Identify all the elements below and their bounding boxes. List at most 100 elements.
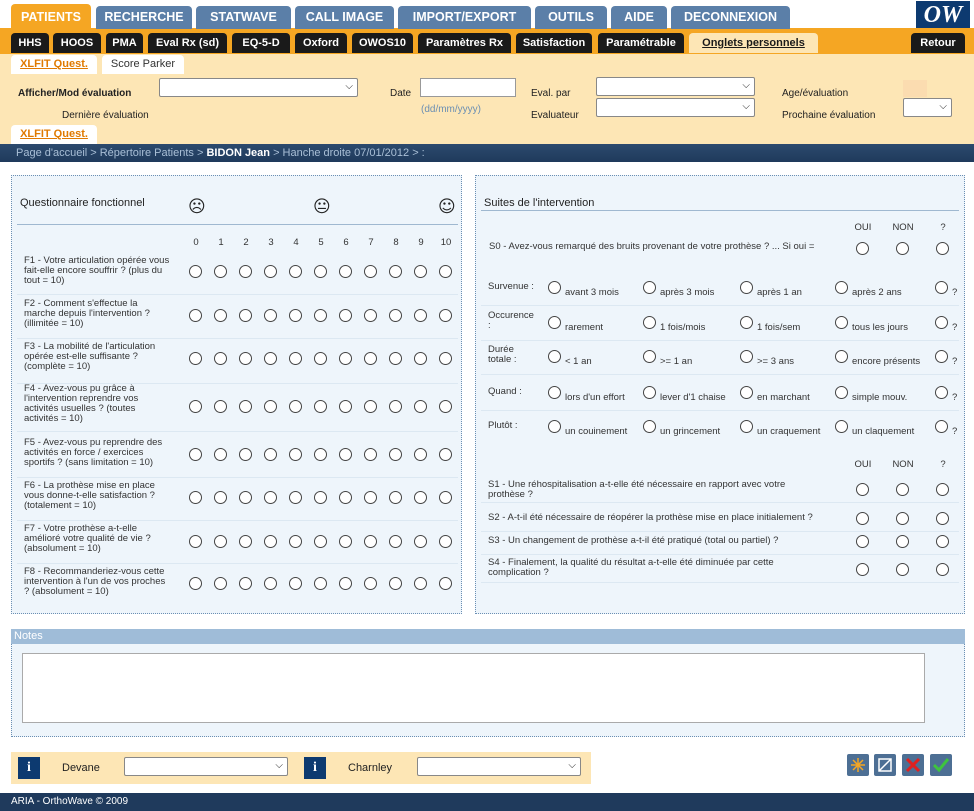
score-radio[interactable] <box>339 491 352 504</box>
score-radio[interactable] <box>314 577 327 590</box>
score-radio[interactable] <box>414 448 427 461</box>
option-radio[interactable] <box>740 316 753 329</box>
option-radio[interactable] <box>548 386 561 399</box>
tab-xlfit-quest-sub[interactable]: XLFIT Quest. <box>11 125 97 144</box>
option-radio[interactable] <box>643 420 656 433</box>
score-radio[interactable] <box>239 535 252 548</box>
score-radio[interactable] <box>214 352 227 365</box>
delete-button[interactable] <box>902 754 924 776</box>
score-radio[interactable] <box>314 309 327 322</box>
prochaine-select[interactable]: ⌵ <box>903 98 952 117</box>
score-radio[interactable] <box>289 491 302 504</box>
score-radio[interactable] <box>414 265 427 278</box>
score-radio[interactable] <box>189 448 202 461</box>
tab-xlfit-quest[interactable]: XLFIT Quest. <box>11 55 97 74</box>
sub-tab-9[interactable]: Paramétrable <box>598 33 684 53</box>
s0-radio[interactable] <box>936 242 949 255</box>
score-radio[interactable] <box>289 400 302 413</box>
option-radio[interactable] <box>548 281 561 294</box>
evaluateur-select[interactable]: ⌵ <box>596 98 755 117</box>
score-radio[interactable] <box>439 448 452 461</box>
s-radio[interactable] <box>936 512 949 525</box>
score-radio[interactable] <box>364 352 377 365</box>
top-tab-6[interactable]: AIDE <box>611 6 667 29</box>
score-radio[interactable] <box>189 491 202 504</box>
score-radio[interactable] <box>264 491 277 504</box>
sub-tab-10[interactable]: Onglets personnels <box>689 33 818 53</box>
score-radio[interactable] <box>339 400 352 413</box>
score-radio[interactable] <box>314 352 327 365</box>
score-radio[interactable] <box>389 352 402 365</box>
score-radio[interactable] <box>239 352 252 365</box>
retour-button[interactable]: Retour <box>911 33 965 53</box>
score-radio[interactable] <box>264 309 277 322</box>
score-radio[interactable] <box>389 577 402 590</box>
score-radio[interactable] <box>389 265 402 278</box>
score-radio[interactable] <box>389 309 402 322</box>
top-tab-4[interactable]: IMPORT/EXPORT <box>398 6 531 29</box>
option-radio[interactable] <box>835 386 848 399</box>
score-radio[interactable] <box>239 577 252 590</box>
score-radio[interactable] <box>414 400 427 413</box>
sub-tab-8[interactable]: Satisfaction <box>516 33 592 53</box>
eval-par-select[interactable]: ⌵ <box>596 77 755 96</box>
s-radio[interactable] <box>936 535 949 548</box>
sub-tab-0[interactable]: HHS <box>11 33 49 53</box>
tab-score-parker[interactable]: Score Parker <box>102 55 184 74</box>
score-radio[interactable] <box>264 535 277 548</box>
option-radio[interactable] <box>643 386 656 399</box>
score-radio[interactable] <box>364 265 377 278</box>
score-radio[interactable] <box>364 448 377 461</box>
score-radio[interactable] <box>339 535 352 548</box>
score-radio[interactable] <box>214 309 227 322</box>
score-radio[interactable] <box>439 309 452 322</box>
top-tab-5[interactable]: OUTILS <box>535 6 607 29</box>
score-radio[interactable] <box>414 491 427 504</box>
score-radio[interactable] <box>439 577 452 590</box>
score-radio[interactable] <box>239 491 252 504</box>
s-radio[interactable] <box>936 563 949 576</box>
option-radio[interactable] <box>935 420 948 433</box>
sub-tab-5[interactable]: Oxford <box>295 33 347 53</box>
score-radio[interactable] <box>289 448 302 461</box>
s0-radio[interactable] <box>896 242 909 255</box>
option-radio[interactable] <box>835 350 848 363</box>
score-radio[interactable] <box>189 577 202 590</box>
top-tab-0[interactable]: PATIENTS <box>11 4 91 30</box>
option-radio[interactable] <box>548 316 561 329</box>
score-radio[interactable] <box>264 577 277 590</box>
s-radio[interactable] <box>936 483 949 496</box>
score-radio[interactable] <box>339 309 352 322</box>
devane-select[interactable]: ⌵ <box>124 757 288 776</box>
s-radio[interactable] <box>856 535 869 548</box>
score-radio[interactable] <box>364 491 377 504</box>
option-radio[interactable] <box>935 281 948 294</box>
option-radio[interactable] <box>740 350 753 363</box>
option-radio[interactable] <box>935 316 948 329</box>
score-radio[interactable] <box>289 309 302 322</box>
score-radio[interactable] <box>414 352 427 365</box>
s-radio[interactable] <box>856 512 869 525</box>
score-radio[interactable] <box>189 265 202 278</box>
score-radio[interactable] <box>414 309 427 322</box>
score-radio[interactable] <box>339 352 352 365</box>
sub-tab-4[interactable]: EQ-5-D <box>232 33 290 53</box>
charnley-select[interactable]: ⌵ <box>417 757 581 776</box>
option-radio[interactable] <box>935 386 948 399</box>
score-radio[interactable] <box>314 491 327 504</box>
score-radio[interactable] <box>439 491 452 504</box>
score-radio[interactable] <box>389 400 402 413</box>
score-radio[interactable] <box>239 448 252 461</box>
score-radio[interactable] <box>339 577 352 590</box>
sub-tab-1[interactable]: HOOS <box>53 33 101 53</box>
score-radio[interactable] <box>439 265 452 278</box>
score-radio[interactable] <box>289 352 302 365</box>
s-radio[interactable] <box>896 483 909 496</box>
score-radio[interactable] <box>314 448 327 461</box>
clear-button[interactable] <box>874 754 896 776</box>
score-radio[interactable] <box>214 448 227 461</box>
s0-radio[interactable] <box>856 242 869 255</box>
score-radio[interactable] <box>289 577 302 590</box>
score-radio[interactable] <box>314 400 327 413</box>
score-radio[interactable] <box>389 535 402 548</box>
